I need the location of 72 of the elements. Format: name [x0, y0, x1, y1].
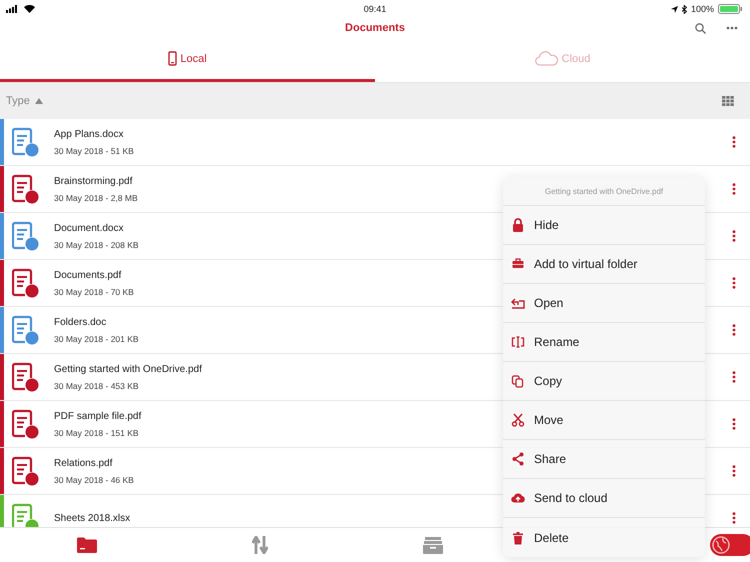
more-icon[interactable] [732, 136, 736, 148]
file-meta: 30 May 2018 - 51 KB [54, 146, 134, 156]
document-icon [12, 127, 40, 157]
document-icon [12, 409, 40, 439]
file-meta: 30 May 2018 - 2,8 MB [54, 192, 138, 202]
more-icon[interactable] [732, 230, 736, 242]
document-icon [12, 362, 40, 392]
copy-icon [511, 374, 525, 388]
trash-icon [511, 530, 525, 544]
file-name: Brainstorming.pdf [54, 176, 132, 186]
menu-item[interactable]: Add to virtual folder [503, 245, 705, 284]
file-name: PDF sample file.pdf [54, 410, 142, 422]
file-name: Documents.pdf [54, 270, 122, 280]
more-icon[interactable] [732, 324, 736, 336]
file-name: Getting started with OneDrive.pdf [54, 364, 202, 374]
document-icon [12, 503, 40, 527]
menu-item[interactable]: Move [503, 401, 705, 440]
folder-icon [76, 537, 97, 553]
document-icon [12, 268, 40, 298]
cloud-icon [511, 491, 525, 505]
menu-item[interactable]: Hide [503, 206, 705, 245]
file-name: Sheets 2018.xlsx [54, 512, 130, 524]
file-name: Relations.pdf [54, 458, 112, 468]
battery-percent: 100% [690, 4, 714, 14]
search-icon[interactable] [695, 22, 706, 34]
location-icon [670, 6, 678, 12]
file-name: Document.docx [54, 222, 124, 234]
status-time: 09:41 [364, 4, 386, 14]
grid-view-icon[interactable] [722, 96, 734, 106]
file-meta: 30 May 2018 - 70 KB [54, 286, 134, 296]
wifi-icon [24, 5, 35, 13]
document-icon [12, 456, 40, 486]
menu-item[interactable]: Open [503, 284, 705, 323]
menu-title: Getting started with OneDrive.pdf [503, 177, 705, 206]
file-name: App Plans.docx [54, 128, 124, 140]
menu-item[interactable]: Share [503, 440, 705, 479]
more-icon[interactable] [732, 465, 736, 477]
file-meta: 30 May 2018 - 201 KB [54, 334, 139, 344]
phone-icon [168, 51, 178, 66]
file-meta: 30 May 2018 - 453 KB [54, 380, 139, 390]
file-meta: 30 May 2018 - 46 KB [54, 474, 134, 484]
share-icon [511, 452, 525, 466]
document-icon [12, 315, 40, 345]
cloud-icon [534, 51, 559, 66]
file-meta: 30 May 2018 - 151 KB [54, 428, 139, 438]
globe-button[interactable] [710, 534, 750, 556]
battery-icon [718, 4, 744, 14]
open-icon [511, 296, 525, 310]
file-meta: 30 May 2018 - 208 KB [54, 240, 139, 250]
menu-item[interactable]: Rename [503, 323, 705, 362]
more-icon[interactable] [732, 277, 736, 289]
more-icon[interactable] [726, 26, 738, 30]
more-icon[interactable] [732, 371, 736, 383]
move-icon [511, 413, 525, 427]
more-icon[interactable] [732, 183, 736, 195]
document-icon [12, 174, 40, 204]
up-down-arrows-icon [252, 536, 268, 554]
archive-box-icon [423, 536, 444, 554]
screen-title: Documents [345, 22, 405, 34]
menu-item[interactable]: Copy [503, 362, 705, 401]
signal-icon [6, 5, 20, 13]
briefcase-icon [511, 257, 525, 271]
rename-icon [511, 335, 525, 349]
menu-item[interactable]: Delete [503, 518, 705, 557]
bluetooth-icon [682, 4, 687, 14]
menu-item[interactable]: Send to cloud [503, 479, 705, 518]
file-name: Folders.doc [54, 316, 106, 328]
more-icon[interactable] [732, 418, 736, 430]
document-icon [12, 221, 40, 251]
more-icon[interactable] [732, 512, 736, 524]
lock-icon [511, 218, 525, 232]
caret-icon [34, 98, 43, 104]
